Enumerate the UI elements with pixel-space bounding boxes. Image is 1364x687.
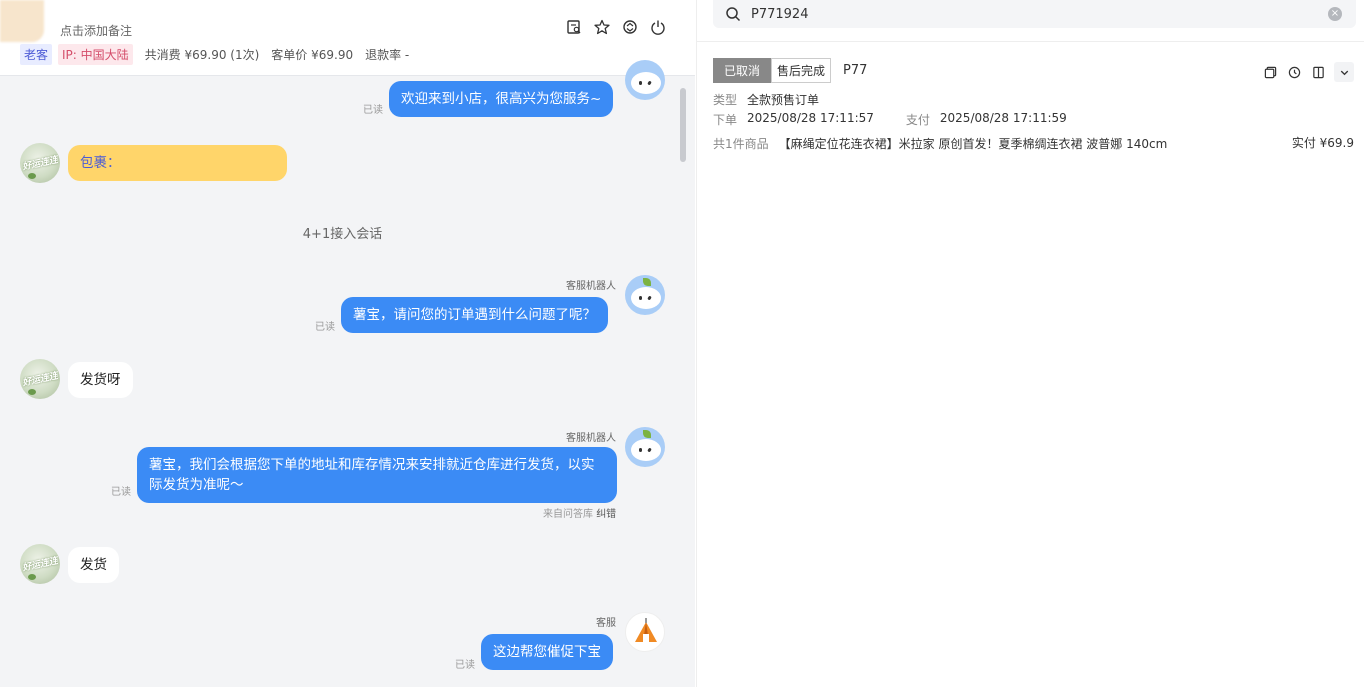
sender-name: 客服机器人 <box>566 281 616 292</box>
paid-amount: 实付 ¥69.9 <box>1291 136 1354 150</box>
order-item-row: 共1件商品 【麻绳定位花连衣裙】米拉家 原创首发！夏季棉绸连衣裙 波普娜 140… <box>713 135 1167 152</box>
bot-avatar <box>625 275 665 315</box>
customer-avatar-icon: 好运连连 <box>20 359 60 399</box>
unit-price: 客单价 ¥69.90 <box>271 48 354 62</box>
message-text: 薯宝，请问您的订单遇到什么问题了呢？ <box>341 297 608 333</box>
bot-avatar <box>625 60 665 100</box>
order-number[interactable]: P77 <box>843 63 867 78</box>
message-text: 这边帮您催促下宝 <box>481 634 613 670</box>
message-text: 包裹： <box>68 145 287 181</box>
message-bubble: 发货 <box>68 547 119 583</box>
message-text: 发货呀 <box>68 362 133 398</box>
header-toolbar <box>565 18 667 36</box>
sender-name: 客服 <box>596 618 616 629</box>
read-status: 已读 <box>111 487 131 498</box>
item-count-label: 共1件商品 <box>713 137 769 151</box>
agent-avatar <box>625 612 665 652</box>
report-error-link[interactable]: 纠错 <box>596 509 616 520</box>
message-bubble: 欢迎来到小店，很高兴为您服务~ <box>389 81 614 117</box>
old-customer-tag: 老客 <box>20 44 53 65</box>
message-bubble: 薯宝，请问您的订单遇到什么问题了呢？ <box>341 297 608 333</box>
status-aftersale-badge: 售后完成 <box>771 58 832 83</box>
message-text: 欢迎来到小店，很高兴为您服务~ <box>389 81 614 117</box>
transfer-icon[interactable] <box>621 18 639 36</box>
customer-header: 点击添加备注 老客 IP: 中国大陆 共消费 ¥69.90 (1次) 客单价 ¥… <box>0 0 695 76</box>
customer-avatar-icon: 好运连连 <box>20 143 60 183</box>
answer-source: 来自问答库 纠错 <box>543 505 616 520</box>
chat-scrollbar[interactable] <box>680 88 686 162</box>
message-bubble: 包裹： <box>68 145 287 181</box>
order-search: × <box>713 0 1356 28</box>
divider <box>697 41 1364 42</box>
star-icon[interactable] <box>593 18 611 36</box>
pay-time-value: 2025/08/28 17:11:59 <box>939 111 1067 125</box>
clear-icon[interactable]: × <box>1328 7 1342 21</box>
order-search-icon[interactable] <box>565 18 583 36</box>
read-status: 已读 <box>455 660 475 671</box>
bot-avatar <box>625 427 665 467</box>
customer-avatar[interactable] <box>0 0 44 42</box>
status-cancelled-badge: 已取消 <box>713 58 772 83</box>
order-type-row: 类型 全款预售订单 <box>713 91 819 108</box>
order-tools <box>1262 62 1354 82</box>
read-status: 已读 <box>315 322 335 333</box>
chevron-down-icon[interactable] <box>1334 62 1354 82</box>
power-icon[interactable] <box>649 18 667 36</box>
ip-tag: IP: 中国大陆 <box>58 44 133 65</box>
history-icon[interactable] <box>1286 64 1302 80</box>
add-note-link[interactable]: 点击添加备注 <box>60 22 132 39</box>
chat-panel: 点击添加备注 老客 IP: 中国大陆 共消费 ¥69.90 (1次) 客单价 ¥… <box>0 0 695 687</box>
message-text: 薯宝，我们会根据您下单的地址和库存情况来安排就近仓库进行发货，以实际发货为准呢～ <box>137 447 617 503</box>
placed-time-value: 2025/08/28 17:11:57 <box>747 111 874 125</box>
pay-time-label: 支付 <box>905 113 930 127</box>
message-bubble: 这边帮您催促下宝 <box>481 634 613 670</box>
refund-rate: 退款率 - <box>365 48 410 62</box>
order-type-value: 全款预售订单 <box>747 93 820 107</box>
order-type-label: 类型 <box>713 93 738 107</box>
message-bubble: 发货呀 <box>68 362 133 398</box>
item-name[interactable]: 【麻绳定位花连衣裙】米拉家 原创首发！夏季棉绸连衣裙 波普娜 140cm <box>779 135 1168 152</box>
total-spent: 共消费 ¥69.90 (1次) <box>144 48 260 62</box>
side-panel-icon[interactable] <box>1310 64 1326 80</box>
placed-time-label: 下单 <box>713 113 738 127</box>
order-panel: × 已取消 售后完成 P77 类型 全款预售订单 下单 2025/08/28 1… <box>696 0 1364 687</box>
copy-icon[interactable] <box>1262 64 1278 80</box>
search-input[interactable] <box>751 6 1291 22</box>
sender-name: 客服机器人 <box>566 433 616 444</box>
message-bubble: 薯宝，我们会根据您下单的地址和库存情况来安排就近仓库进行发货，以实际发货为准呢～ <box>137 447 617 503</box>
answer-source-label: 来自问答库 <box>543 509 593 520</box>
message-text: 发货 <box>68 547 119 583</box>
customer-tags: 老客 IP: 中国大陆 共消费 ¥69.90 (1次) 客单价 ¥69.90 退… <box>20 44 409 65</box>
order-time-row: 下单 2025/08/28 17:11:57 支付 2025/08/28 17:… <box>713 111 1067 128</box>
read-status: 已读 <box>363 105 383 116</box>
customer-avatar-icon: 好运连连 <box>20 544 60 584</box>
system-message: 4+1接入会话 <box>302 227 383 242</box>
order-status-row: 已取消 售后完成 P77 <box>713 58 867 83</box>
search-icon <box>726 7 741 22</box>
